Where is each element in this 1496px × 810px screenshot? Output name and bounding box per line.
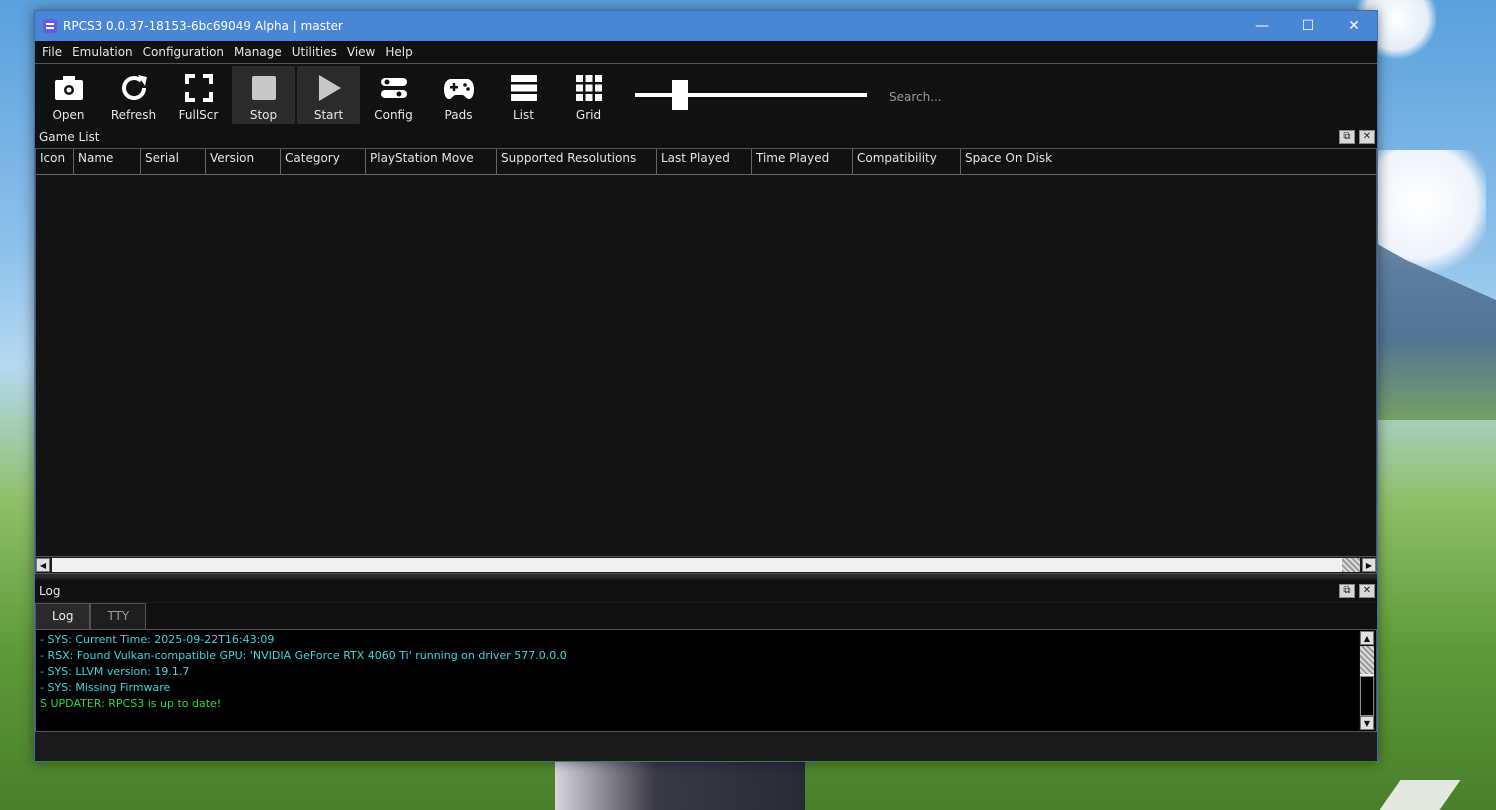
menu-help[interactable]: Help (380, 41, 417, 63)
game-list-title: Game List (39, 130, 100, 144)
menu-emulation[interactable]: Emulation (67, 41, 138, 63)
camera-icon (53, 72, 85, 104)
tab-tty[interactable]: TTY (90, 603, 147, 629)
title-bar[interactable]: RPCS3 0.0.37-18153-6bc69049 Alpha | mast… (35, 11, 1377, 41)
column-serial[interactable]: Serial (141, 149, 206, 174)
horizontal-scroll-track[interactable] (52, 558, 1360, 572)
start-label: Start (313, 108, 344, 122)
background-streak (1379, 780, 1461, 810)
menu-utilities[interactable]: Utilities (287, 41, 342, 63)
column-time-played[interactable]: Time Played (752, 149, 853, 174)
log-title: Log (39, 584, 61, 598)
column-supported-resolutions[interactable]: Supported Resolutions (497, 149, 657, 174)
undock-icon[interactable]: ⧉ (1339, 584, 1355, 598)
vertical-scroll-thumb[interactable] (1360, 676, 1374, 716)
game-list-header: Game List ⧉ ✕ (35, 126, 1377, 148)
column-playstation-move[interactable]: PlayStation Move (366, 149, 497, 174)
log-tabs: Log TTY (35, 603, 1377, 629)
config-label: Config (374, 108, 413, 122)
start-button[interactable]: Start (297, 66, 360, 124)
list-icon (508, 72, 540, 104)
config-icon (378, 72, 410, 104)
log-line: - SYS: Current Time: 2025-09-22T16:43:09 (40, 633, 275, 646)
stop-button[interactable]: Stop (232, 66, 295, 124)
menu-configuration[interactable]: Configuration (138, 41, 229, 63)
column-last-played[interactable]: Last Played (657, 149, 752, 174)
menu-view[interactable]: View (342, 41, 380, 63)
maximize-button[interactable]: ☐ (1285, 11, 1331, 41)
icon-size-slider[interactable] (635, 80, 867, 110)
horizontal-scroll-grip[interactable] (1342, 558, 1360, 572)
grid-label: Grid (575, 108, 602, 122)
horizontal-scrollbar[interactable]: ◀ ▶ (36, 556, 1376, 573)
list-label: List (513, 108, 534, 122)
menu-bar: File Emulation Configuration Manage Util… (35, 41, 1377, 64)
scroll-right-icon[interactable]: ▶ (1362, 558, 1376, 572)
pads-button[interactable]: Pads (427, 66, 490, 124)
column-category[interactable]: Category (281, 149, 366, 174)
scroll-left-icon[interactable]: ◀ (36, 558, 50, 572)
vertical-scrollbar[interactable]: ▲ ▼ (1359, 631, 1375, 730)
dock-splitter[interactable] (35, 574, 1377, 578)
column-version[interactable]: Version (206, 149, 281, 174)
search-input[interactable] (887, 86, 1091, 108)
list-view-button[interactable]: List (492, 66, 555, 124)
menu-manage[interactable]: Manage (229, 41, 287, 63)
column-space-on-disk[interactable]: Space On Disk (961, 149, 1376, 174)
refresh-button[interactable]: Refresh (102, 66, 165, 124)
close-button[interactable]: ✕ (1331, 11, 1377, 41)
fullscreen-icon (183, 72, 215, 104)
log-line: - SYS: LLVM version: 19.1.7 (40, 665, 190, 678)
slider-handle[interactable] (672, 80, 688, 110)
rpcs3-app-icon (43, 19, 57, 33)
minimize-button[interactable]: — (1239, 11, 1285, 41)
fullscreen-button[interactable]: FullScr (167, 66, 230, 124)
log-line: S UPDATER: RPCS3 is up to date! (40, 697, 222, 710)
refresh-icon (118, 72, 150, 104)
menu-file[interactable]: File (37, 41, 67, 63)
open-label: Open (52, 108, 85, 122)
config-button[interactable]: Config (362, 66, 425, 124)
rpcs3-window: RPCS3 0.0.37-18153-6bc69049 Alpha | mast… (34, 10, 1378, 762)
grid-view-button[interactable]: Grid (557, 66, 620, 124)
tab-log[interactable]: Log (35, 603, 91, 629)
vertical-scroll-grip[interactable] (1360, 646, 1374, 674)
refresh-label: Refresh (110, 108, 157, 122)
scroll-down-icon[interactable]: ▼ (1360, 716, 1374, 730)
column-name[interactable]: Name (74, 149, 141, 174)
pads-label: Pads (444, 108, 473, 122)
log-line: - RSX: Found Vulkan-compatible GPU: 'NVI… (40, 649, 567, 662)
slider-track[interactable] (635, 93, 867, 97)
toolbar: Open Refresh FullScr Stop Start Config P… (35, 64, 1377, 126)
gamepad-icon (443, 72, 475, 104)
window-title: RPCS3 0.0.37-18153-6bc69049 Alpha | mast… (63, 19, 343, 33)
close-dock-icon[interactable]: ✕ (1359, 584, 1375, 598)
background-figure (555, 762, 805, 810)
scroll-up-icon[interactable]: ▲ (1360, 631, 1374, 645)
stop-label: Stop (249, 108, 278, 122)
undock-icon[interactable]: ⧉ (1339, 130, 1355, 144)
log-line: - SYS: Missing Firmware (40, 681, 171, 694)
game-list-table[interactable]: Icon Name Serial Version Category PlaySt… (35, 148, 1377, 574)
vertical-scroll-track[interactable] (1360, 646, 1374, 716)
grid-icon (573, 72, 605, 104)
fullscreen-label: FullScr (178, 108, 219, 122)
log-header: Log ⧉ ✕ (35, 580, 1377, 602)
play-icon (313, 72, 345, 104)
column-icon[interactable]: Icon (36, 149, 74, 174)
close-dock-icon[interactable]: ✕ (1359, 130, 1375, 144)
open-button[interactable]: Open (37, 66, 100, 124)
stop-icon (248, 72, 280, 104)
column-compatibility[interactable]: Compatibility (853, 149, 961, 174)
table-header: Icon Name Serial Version Category PlaySt… (36, 149, 1376, 175)
log-output[interactable]: - SYS: Current Time: 2025-09-22T16:43:09… (35, 629, 1377, 732)
